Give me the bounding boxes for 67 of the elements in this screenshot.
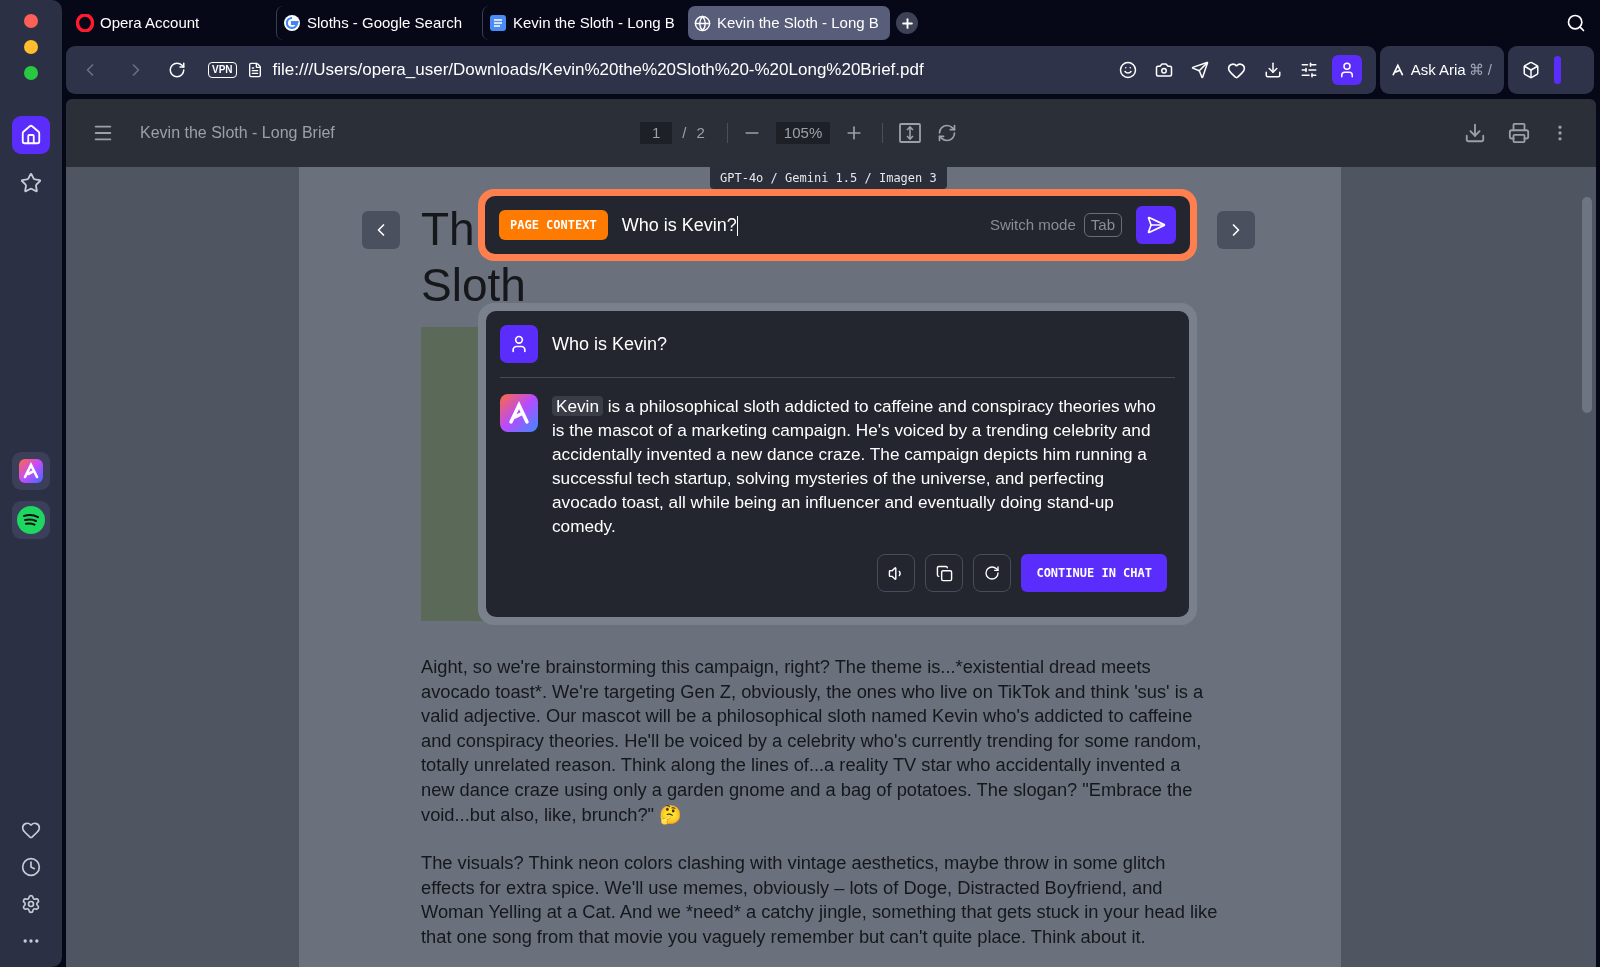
page-number-field[interactable]: 1 <box>640 122 673 144</box>
globe-icon <box>694 14 711 32</box>
download-icon[interactable] <box>1264 61 1282 79</box>
question-text: Who is Kevin? <box>552 332 668 356</box>
browser-tab[interactable]: Sloths - Google Search <box>276 6 478 40</box>
model-label: GPT-4o / Gemini 1.5 / Imagen 3 <box>710 167 947 189</box>
page-count: 2 <box>696 122 705 143</box>
tab-title: Opera Account <box>100 12 200 33</box>
copy-button[interactable] <box>925 554 964 592</box>
regenerate-button[interactable] <box>973 554 1012 592</box>
home-button[interactable] <box>12 116 50 154</box>
pdf-title: Kevin the Sloth - Long Brief <box>140 123 336 143</box>
file-icon <box>246 62 263 78</box>
heart-icon[interactable] <box>1227 60 1246 80</box>
prompt-input[interactable]: Who is Kevin? <box>621 211 976 239</box>
browser-tab[interactable]: Kevin the Sloth - Long B <box>482 6 684 40</box>
document-title-text: Th <box>421 202 475 257</box>
document-paragraph: The visuals? Think neon colors clashing with vintage aesthetics, maybe throw in some glitch effects for extra spice. We'll use memes, obviously – lots of Doge, Distracted Boyfriend, and Woman Yelling at a Cat. And we *need* a catchy jingle, something that gets stuck in your head like that one song from that movie you vaguely remember but can't quite place. Think about it. <box>421 851 1219 949</box>
send-icon[interactable] <box>1191 61 1209 79</box>
browser-tab[interactable]: Kevin the Sloth - Long B <box>688 6 890 40</box>
browser-tab[interactable]: Opera Account <box>70 6 272 40</box>
heart-icon[interactable] <box>21 820 41 840</box>
history-clock-icon[interactable] <box>21 857 41 877</box>
refresh-icon <box>984 565 1001 581</box>
switch-mode-label: Switch mode <box>989 214 1076 235</box>
tab-key: Tab <box>1083 213 1122 237</box>
opera-logo-icon <box>76 14 94 32</box>
settings-icon[interactable] <box>21 894 41 914</box>
copy-icon <box>935 564 953 582</box>
home-icon <box>20 124 42 146</box>
tab-title: Sloths - Google Search <box>307 12 463 33</box>
camera-icon[interactable] <box>1155 61 1173 79</box>
spotify-app-icon[interactable] <box>12 501 50 539</box>
aria-avatar-icon <box>500 394 538 432</box>
zoom-field[interactable]: 105% <box>775 122 831 144</box>
vpn-badge[interactable]: VPN <box>208 62 237 78</box>
cube-icon[interactable] <box>1522 61 1540 79</box>
google-logo-icon <box>283 14 301 32</box>
sliders-icon[interactable] <box>1300 61 1318 79</box>
user-avatar <box>500 325 538 363</box>
star-icon <box>20 172 42 194</box>
document-icon <box>489 14 507 32</box>
answer-text: Kevin is a philosophical sloth addicted to caffeine and conspiracy theories who is the mascot of a marketing campaign. He's voiced by a trending celebrity and accidentally invented a new dance craze. The campaign depicts him running a successful tech startup, solving mysteries of the universe, and perfecting avocado toast, all while being an influencer and eventually doing stand-up comedy. <box>552 395 1157 538</box>
continue-in-chat-button[interactable]: CONTINUE IN CHAT <box>1021 554 1167 592</box>
plus-icon <box>899 15 915 31</box>
fit-page-icon[interactable] <box>899 123 922 143</box>
url-text[interactable]: file:///Users/opera_user/Downloads/Kevin%20the%20Sloth%20-%20Long%20Brief.pdf <box>272 57 924 83</box>
send-button[interactable] <box>1136 206 1176 244</box>
print-icon[interactable] <box>1508 122 1530 144</box>
document-paragraph: Aight, so we're brainstorming this campaign, right? The theme is...*existential dread meets avocado toast*. We're targeting Gen Z, obviously, the ones who live on TikTok and think 'sus' is a valid adjective. Our mascot will be a philosophical sloth named Kevin who's addicted to caffeine and conspiracy theories. He'll be voiced by a celebrity who's currently trending for some random, totally unrelated reason. Think along the lines of...a reality TV star who accidentally invented a new dance craze using only a garden gnome and a bag of potatoes. The slogan? "Embrace the void...but also, like, brunch?" 🤔 <box>421 655 1205 827</box>
rotate-icon[interactable] <box>937 123 958 143</box>
aria-app-icon[interactable] <box>12 452 50 490</box>
person-icon <box>1338 61 1356 79</box>
search-icon[interactable] <box>1566 13 1586 33</box>
ask-aria-button[interactable]: Ask Aria ⌘ / <box>1380 46 1504 94</box>
smiley-icon[interactable] <box>1119 61 1137 79</box>
download-icon[interactable] <box>1464 122 1486 144</box>
tab-title: Kevin the Sloth - Long B <box>513 12 675 33</box>
tab-title: Kevin the Sloth - Long B <box>717 12 879 33</box>
read-aloud-button[interactable] <box>877 554 916 592</box>
document-title-text: Sloth <box>421 258 526 313</box>
send-icon <box>1146 215 1166 235</box>
scroll-indicator <box>1554 56 1561 84</box>
page-separator: / <box>682 122 687 143</box>
new-tab-button[interactable] <box>896 12 918 34</box>
profile-button[interactable] <box>1332 55 1362 85</box>
reload-icon[interactable] <box>168 61 186 79</box>
